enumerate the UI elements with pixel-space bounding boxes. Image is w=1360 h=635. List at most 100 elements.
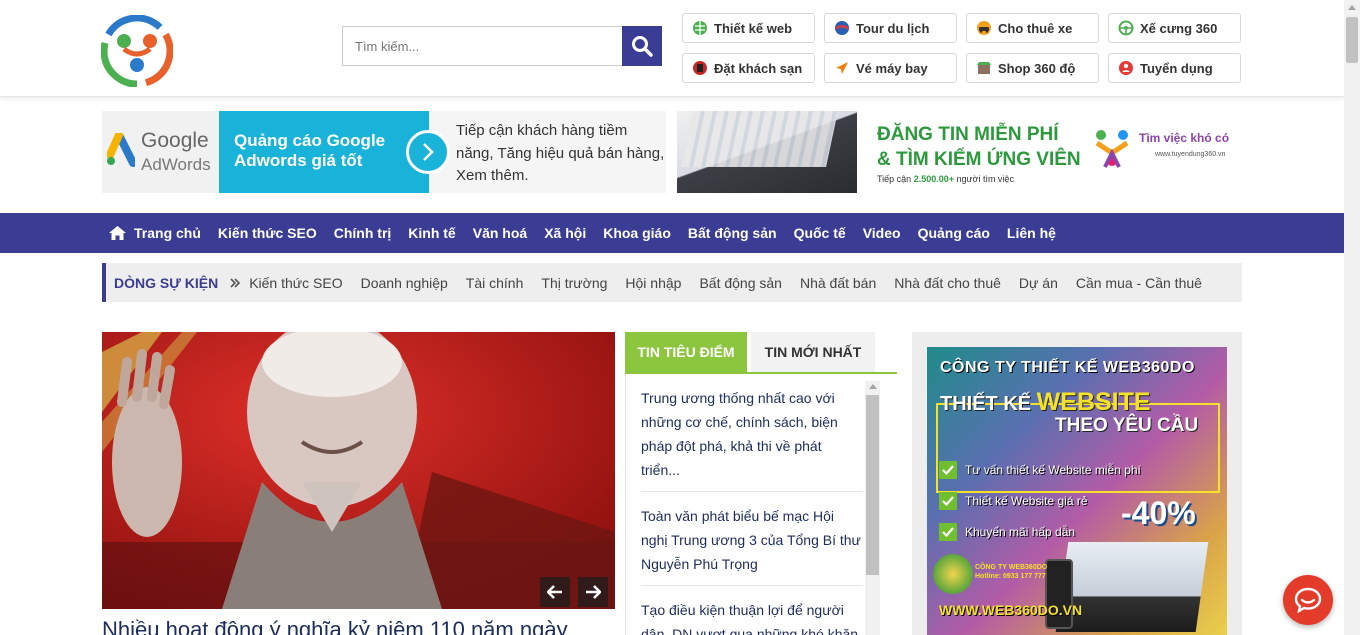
quick-link-dat-khach-san[interactable]: Đặt khách sạn [682, 53, 815, 83]
search-input[interactable] [342, 26, 622, 66]
hotel-icon [691, 59, 709, 77]
recruit-icon [1117, 59, 1135, 77]
event-link[interactable]: Kiến thức SEO [249, 275, 342, 291]
search-icon [632, 36, 653, 57]
adwords-description: Tiếp cận khách hàng tiềm năng, Tăng hiệu… [456, 122, 665, 184]
nav-item-lien-he[interactable]: Liên hệ [1007, 225, 1056, 241]
quick-link-cho-thue-xe[interactable]: Cho thuê xe [966, 13, 1099, 43]
event-stream-bar: DÒNG SỰ KIỆN Kiến thức SEO Doanh nghiệp … [102, 263, 1242, 302]
featured-image[interactable] [102, 332, 615, 609]
page-scrollbar[interactable] [1344, 0, 1360, 635]
nav-item-xa-hoi[interactable]: Xã hội [544, 225, 586, 241]
search-button[interactable] [622, 26, 662, 66]
jobs-sub-prefix: Tiếp cận [877, 174, 914, 184]
steering-icon [1117, 19, 1135, 37]
nav-item-video[interactable]: Video [863, 225, 901, 241]
event-link[interactable]: Nhà đất bán [800, 275, 876, 291]
jobs-url: www.tuyendung360.vn [1155, 151, 1226, 158]
jobs-headline: ĐĂNG TIN MIỄN PHÍ & TÌM KIẾM ỨNG VIÊN [877, 122, 1081, 172]
chat-button[interactable] [1283, 575, 1333, 625]
ad-bullet-text: Khuyến mãi hấp dẫn [965, 525, 1076, 539]
news-tabs: TIN TIÊU ĐIỂM TIN MỚI NHẤT [625, 332, 897, 374]
scroll-up-icon[interactable] [869, 384, 877, 389]
adwords-brand-line1: Google [141, 129, 209, 152]
double-chevron-right-icon [230, 277, 241, 288]
search-form [342, 26, 662, 66]
event-stream-title: DÒNG SỰ KIỆN [114, 274, 219, 291]
tab-tin-moi-nhat[interactable]: TIN MỚI NHẤT [751, 332, 875, 372]
quick-link-xe-cung-360[interactable]: Xế cưng 360 [1108, 13, 1241, 43]
event-link[interactable]: Cần mua - Cần thuê [1076, 275, 1202, 291]
featured-title[interactable]: Nhiều hoạt động ý nghĩa kỷ niệm 110 năm … [102, 617, 568, 635]
nav-item-bat-dong-san[interactable]: Bất động sản [688, 225, 777, 241]
adwords-banner[interactable]: Google AdWords Quảng cáo Google Adwords … [102, 111, 666, 193]
ad-company: CÔNG TY THIẾT KẾ WEB360DO [940, 359, 1195, 376]
adwords-icon [107, 133, 135, 167]
nav-item-quoc-te[interactable]: Quốc tế [794, 225, 846, 241]
adwords-arrow-button[interactable] [406, 130, 450, 174]
news-item[interactable]: Toàn văn phát biểu bế mạc Hội nghị Trung… [641, 492, 863, 586]
chevron-right-icon [423, 143, 434, 161]
quick-link-label: Shop 360 độ [998, 60, 1076, 76]
event-link[interactable]: Nhà đất cho thuê [894, 275, 1001, 291]
jobs-headline-line1: ĐĂNG TIN MIỄN PHÍ [877, 124, 1059, 145]
tab-tin-tieu-diem[interactable]: TIN TIÊU ĐIỂM [625, 332, 747, 372]
quick-link-label: Cho thuê xe [998, 20, 1073, 36]
jobs-banner[interactable]: ĐĂNG TIN MIỄN PHÍ & TÌM KIẾM ỨNG VIÊN Ti… [677, 111, 1242, 193]
quick-link-thiet-ke-web[interactable]: Thiết kế web [682, 13, 815, 43]
ad-bullet: Khuyến mãi hấp dẫn [939, 523, 1075, 541]
nav-item-khoa-giao[interactable]: Khoa giáo [603, 225, 671, 241]
ad-badge-text: CÔNG TY WEB360DO Hotline: 0933 177 777 [975, 564, 1048, 580]
adwords-brand-line2: AdWords [141, 155, 211, 174]
event-link[interactable]: Thị trường [541, 275, 607, 291]
globe-icon [691, 19, 709, 37]
main-nav: Trang chủ Kiến thức SEO Chính trị Kinh t… [0, 213, 1344, 253]
nav-item-kinh-te[interactable]: Kinh tế [408, 225, 455, 241]
web360do-ad[interactable]: CÔNG TY THIẾT KẾ WEB360DO THIẾT KẾ WEBSI… [927, 347, 1227, 635]
quick-link-tuyen-dung[interactable]: Tuyển dụng [1108, 53, 1241, 83]
ad-laptop-image [1055, 542, 1209, 632]
car-icon [975, 19, 993, 37]
nav-label: Trang chủ [134, 225, 201, 241]
nav-item-quang-cao[interactable]: Quảng cáo [918, 225, 990, 241]
jobs-brand: Tìm việc khó có [1139, 131, 1230, 145]
ad-bullet-text: Tư vấn thiết kế Website miễn phí [965, 463, 1141, 477]
page-scrollbar-thumb[interactable] [1346, 17, 1358, 63]
check-icon [939, 461, 957, 479]
event-link[interactable]: Dự án [1019, 275, 1058, 291]
nav-item-trang-chu[interactable]: Trang chủ [108, 225, 201, 241]
arrow-right-icon [586, 585, 601, 599]
ad-bullet: Tư vấn thiết kế Website miễn phí [939, 461, 1141, 479]
slider-next-button[interactable] [578, 577, 608, 607]
jobs-sub-suffix: người tìm việc [956, 174, 1014, 184]
event-link[interactable]: Hội nhập [625, 275, 681, 291]
slider-controls [540, 577, 608, 607]
site-header: Thiết kế web Tour du lịch Cho thuê xe Xế… [0, 0, 1344, 97]
plane-icon [833, 59, 851, 77]
event-link[interactable]: Doanh nghiệp [361, 275, 448, 291]
nav-item-kien-thuc-seo[interactable]: Kiến thức SEO [218, 225, 317, 241]
quick-link-label: Vé máy bay [856, 60, 928, 76]
home-icon [108, 225, 127, 241]
event-link[interactable]: Bất động sản [699, 275, 782, 291]
ad-url: WWW.WEB360DO.VN [939, 602, 1083, 618]
ad-headline-line2: THEO YÊU CẦU [1055, 415, 1199, 436]
site-logo[interactable] [101, 15, 173, 87]
quick-link-tour-du-lich[interactable]: Tour du lịch [824, 13, 957, 43]
slider-prev-button[interactable] [540, 577, 570, 607]
nav-item-van-hoa[interactable]: Văn hoá [473, 225, 527, 241]
quick-link-shop-360-do[interactable]: Shop 360 độ [966, 53, 1099, 83]
news-item[interactable]: Tạo điều kiện thuận lợi để người dân, DN… [641, 586, 863, 635]
adwords-logo: Google AdWords [102, 111, 219, 193]
scroll-up-icon[interactable] [1348, 5, 1356, 10]
quick-link-ve-may-bay[interactable]: Vé máy bay [824, 53, 957, 83]
news-scrollbar[interactable] [865, 381, 880, 635]
nav-item-chinh-tri[interactable]: Chính trị [334, 225, 392, 241]
featured-photo [102, 332, 615, 609]
jobs-subtitle: Tiếp cận 2.500.00+ người tìm việc [877, 174, 1014, 184]
page: Thiết kế web Tour du lịch Cho thuê xe Xế… [0, 0, 1360, 635]
event-link[interactable]: Tài chính [466, 275, 524, 291]
news-scrollbar-thumb[interactable] [866, 395, 879, 575]
quick-links: Thiết kế web Tour du lịch Cho thuê xe Xế… [682, 13, 1244, 83]
news-item[interactable]: Trung ương thống nhất cao với những cơ c… [641, 374, 863, 492]
